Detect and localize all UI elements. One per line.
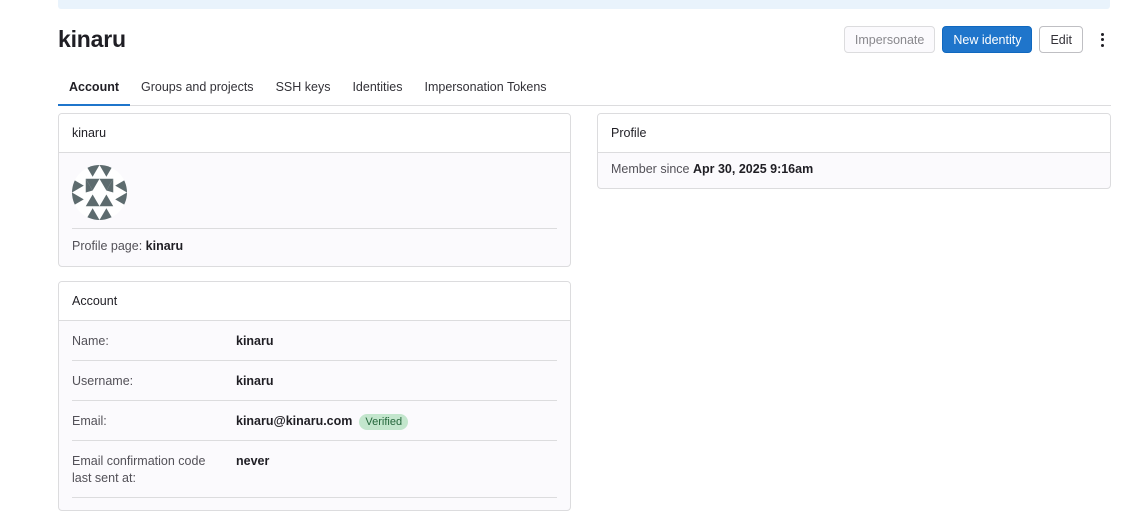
profile-card-title: Profile bbox=[598, 114, 1110, 153]
account-card: Account Name: kinaru Username: kinaru Em… bbox=[58, 281, 571, 511]
member-since-row: Member since Apr 30, 2025 9:16am bbox=[611, 153, 1097, 176]
profile-page-row: Profile page: kinaru bbox=[72, 229, 557, 253]
email-confirmation-row: Email confirmation code last sent at: ne… bbox=[72, 441, 557, 498]
more-actions-icon[interactable] bbox=[1094, 26, 1110, 53]
email-confirmation-value: never bbox=[236, 454, 270, 468]
tab-identities[interactable]: Identities bbox=[341, 67, 413, 106]
alert-banner bbox=[58, 0, 1110, 9]
account-card-title: Account bbox=[59, 282, 570, 321]
email-confirmation-label: Email confirmation code last sent at: bbox=[72, 454, 206, 485]
tab-ssh-keys[interactable]: SSH keys bbox=[265, 67, 342, 106]
username-row: Username: kinaru bbox=[72, 361, 557, 401]
header-actions: Impersonate New identity Edit bbox=[843, 26, 1110, 53]
tab-impersonation-tokens[interactable]: Impersonation Tokens bbox=[413, 67, 557, 106]
edit-button[interactable]: Edit bbox=[1039, 26, 1083, 53]
user-card-title: kinaru bbox=[59, 114, 570, 153]
avatar[interactable] bbox=[72, 165, 127, 220]
new-identity-button[interactable]: New identity bbox=[942, 26, 1033, 53]
name-value: kinaru bbox=[236, 334, 274, 348]
member-since-value: Apr 30, 2025 9:16am bbox=[692, 162, 814, 176]
impersonate-button[interactable]: Impersonate bbox=[843, 26, 936, 53]
verified-badge: Verified bbox=[359, 413, 409, 430]
email-value: kinaru@kinaru.com bbox=[236, 414, 353, 428]
member-since-label: Member since bbox=[611, 162, 690, 176]
user-tabs: Account Groups and projects SSH keys Ide… bbox=[58, 67, 1111, 106]
name-row: Name: kinaru bbox=[72, 321, 557, 361]
name-label: Name: bbox=[72, 334, 109, 348]
tab-account[interactable]: Account bbox=[58, 67, 130, 106]
username-label: Username: bbox=[72, 374, 134, 388]
email-row: Email: kinaru@kinaru.com Verified bbox=[72, 401, 557, 441]
user-card: kinaru Profile page: kinaru bbox=[58, 113, 571, 267]
profile-page-link[interactable]: kinaru bbox=[146, 239, 184, 253]
email-label: Email: bbox=[72, 414, 107, 428]
page-title: kinaru bbox=[58, 26, 126, 52]
username-value: kinaru bbox=[236, 374, 274, 388]
tab-groups-and-projects[interactable]: Groups and projects bbox=[130, 67, 265, 106]
email-value-wrap: kinaru@kinaru.com Verified bbox=[236, 413, 409, 430]
profile-card: Profile Member since Apr 30, 2025 9:16am bbox=[597, 113, 1111, 189]
profile-page-label: Profile page: bbox=[72, 239, 143, 253]
